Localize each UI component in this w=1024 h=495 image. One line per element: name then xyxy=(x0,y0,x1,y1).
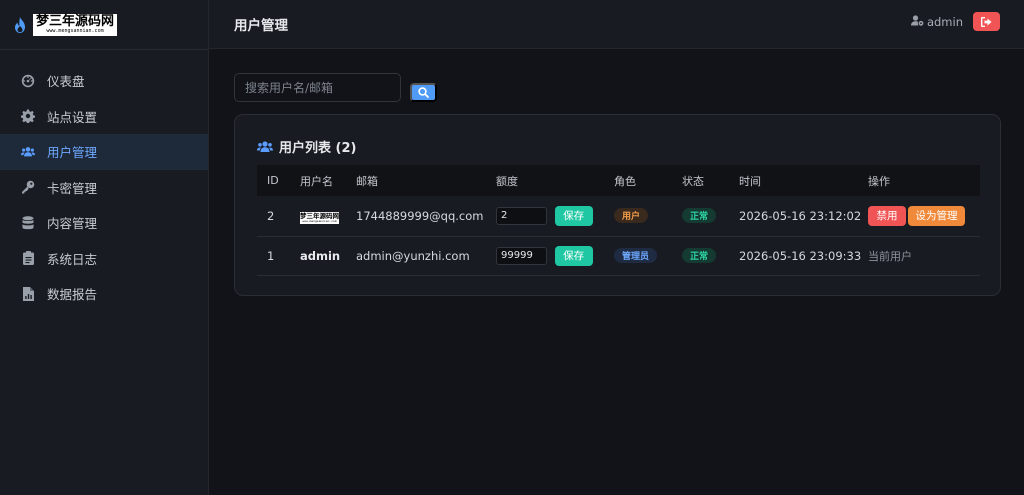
table-row: 1 admin admin@yunzhi.com 保存 管理员 正常 2026-… xyxy=(257,236,980,275)
brand-logo-text: 梦三年源码网 xyxy=(35,14,114,29)
logout-button[interactable] xyxy=(973,12,1000,31)
table-row: 2 梦三年源码网 www.mengsannian.com 1744889999@… xyxy=(257,196,980,236)
username-logo-image: 梦三年源码网 www.mengsannian.com xyxy=(300,212,339,225)
make-admin-button[interactable]: 设为管理 xyxy=(908,205,965,226)
sidebar-item-label: 系统日志 xyxy=(47,251,98,267)
gear-icon xyxy=(21,109,35,124)
cell-username: admin xyxy=(300,248,341,263)
column-header-quota: 额度 xyxy=(496,174,518,188)
cell-time: 2026-05-16 23:09:33 xyxy=(739,248,862,263)
search-button[interactable] xyxy=(410,83,437,102)
users-icon xyxy=(257,140,273,152)
cell-status: 正常 xyxy=(682,236,739,275)
sidebar-item-user-management[interactable]: 用户管理 xyxy=(0,134,208,170)
role-badge: 管理员 xyxy=(614,248,658,263)
column-header-email: 邮箱 xyxy=(356,174,378,188)
sidebar-item-label: 用户管理 xyxy=(47,145,98,161)
table-header-row: ID 用户名 邮箱 额度 角色 状态 时间 操作 xyxy=(257,165,980,196)
cell-actions: 当前用户 xyxy=(868,236,980,275)
clipboard-icon xyxy=(21,251,35,266)
column-header-role: 角色 xyxy=(614,174,636,188)
brand-logo-url: www.mengsannian.com xyxy=(46,28,104,34)
status-badge: 正常 xyxy=(682,248,717,263)
cell-role: 用户 xyxy=(614,196,682,236)
brand[interactable]: 梦三年源码网 www.mengsannian.com xyxy=(0,0,208,50)
header-user: admin xyxy=(910,12,1000,31)
cell-role: 管理员 xyxy=(614,236,682,275)
header-username: admin xyxy=(926,14,963,29)
sidebar-item-label: 数据报告 xyxy=(47,287,98,303)
cell-email: admin@yunzhi.com xyxy=(356,248,470,263)
cell-actions: 禁用 设为管理 xyxy=(868,196,980,236)
sidebar-item-site-settings[interactable]: 站点设置 xyxy=(0,99,208,135)
sidebar-item-dashboard[interactable]: 仪表盘 xyxy=(0,63,208,99)
ban-button[interactable]: 禁用 xyxy=(868,205,906,226)
brand-logo: 梦三年源码网 www.mengsannian.com xyxy=(33,13,117,36)
cell-quota: 保存 xyxy=(496,236,614,275)
user-gear-icon xyxy=(910,14,924,29)
cell-status: 正常 xyxy=(682,196,739,236)
card-title: 用户列表 (2) xyxy=(257,137,356,156)
sidebar-item-label: 内容管理 xyxy=(47,216,98,232)
sidebar-item-system-logs[interactable]: 系统日志 xyxy=(0,241,208,277)
sidebar-nav: 仪表盘 站点设置 用户管理 卡密管理 内容管理 系统日志 数据报告 xyxy=(0,50,208,312)
sign-out-icon xyxy=(981,16,992,27)
card-title-text: 用户列表 (2) xyxy=(279,141,357,156)
search-input[interactable] xyxy=(234,73,401,102)
user-table: ID 用户名 邮箱 额度 角色 状态 时间 操作 2 梦三年源码网 www.me… xyxy=(257,165,980,276)
key-icon xyxy=(21,180,35,194)
cell-username: 梦三年源码网 www.mengsannian.com xyxy=(300,196,356,236)
role-badge: 用户 xyxy=(614,208,649,224)
sidebar-item-data-reports[interactable]: 数据报告 xyxy=(0,276,208,312)
file-chart-icon xyxy=(21,286,35,301)
flame-icon xyxy=(13,16,27,33)
search-icon xyxy=(418,87,429,98)
sidebar: 梦三年源码网 www.mengsannian.com 仪表盘 站点设置 用户管理 xyxy=(0,0,209,495)
users-icon xyxy=(21,145,35,159)
user-list-card: 用户列表 (2) ID 用户名 邮箱 额度 角色 状态 时间 操作 2 梦三年源… xyxy=(234,114,1001,296)
sidebar-item-card-keys[interactable]: 卡密管理 xyxy=(0,170,208,206)
cell-time: 2026-05-16 23:12:02 xyxy=(739,208,862,223)
cell-quota: 保存 xyxy=(496,196,614,236)
cell-id: 2 xyxy=(267,208,275,223)
top-header: 用户管理 admin xyxy=(209,0,1024,49)
dashboard-icon xyxy=(21,74,35,88)
column-header-status: 状态 xyxy=(682,174,704,188)
save-button[interactable]: 保存 xyxy=(554,205,593,226)
sidebar-item-content[interactable]: 内容管理 xyxy=(0,205,208,241)
column-header-username: 用户名 xyxy=(300,174,333,188)
sidebar-item-label: 站点设置 xyxy=(47,109,98,125)
cell-email: 1744889999@qq.com xyxy=(356,208,484,223)
quota-input[interactable] xyxy=(496,206,547,225)
column-header-id: ID xyxy=(267,174,279,187)
status-badge: 正常 xyxy=(682,208,717,224)
column-header-time: 时间 xyxy=(739,174,761,188)
cell-id: 1 xyxy=(267,248,275,263)
quota-input[interactable] xyxy=(496,246,547,265)
database-icon xyxy=(21,216,35,230)
current-user-note: 当前用户 xyxy=(868,249,912,263)
username-logo-url: www.mengsannian.com xyxy=(302,218,337,223)
save-button[interactable]: 保存 xyxy=(554,245,593,266)
sidebar-item-label: 卡密管理 xyxy=(47,180,98,196)
column-header-actions: 操作 xyxy=(868,174,890,188)
page-title: 用户管理 xyxy=(234,18,288,34)
sidebar-item-label: 仪表盘 xyxy=(47,74,85,90)
